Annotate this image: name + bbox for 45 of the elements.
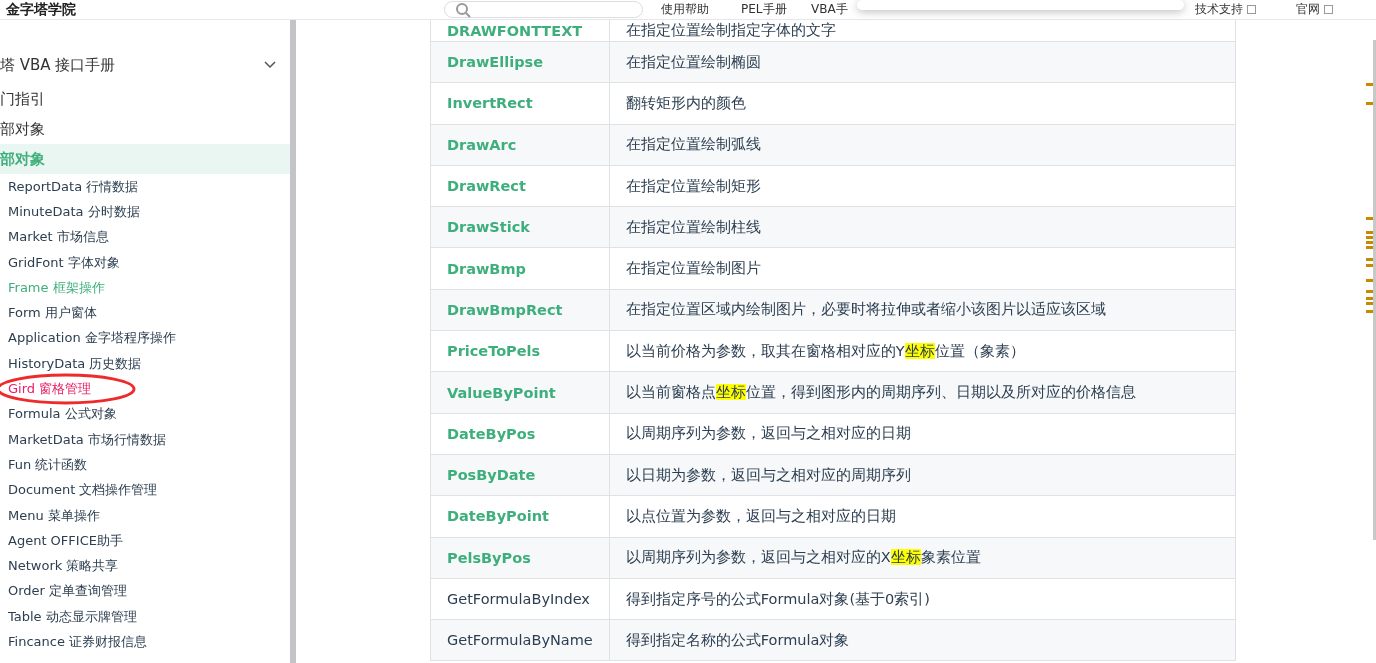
sidebar-item[interactable]: Form 用户窗体 [0, 300, 290, 326]
method-description: 以日期为参数，返回与之相对应的周期序列 [609, 454, 1236, 496]
sidebar-item[interactable]: MarketData 市场行情数据 [0, 426, 290, 453]
method-description: 得到指定名称的公式Formula对象 [609, 619, 1236, 661]
nav-link[interactable]: PEL手册 [741, 1, 811, 18]
sidebar-item[interactable]: Fincance 证券财报信息 [0, 629, 290, 655]
method-description: 在指定位置绘制弧线 [609, 124, 1236, 166]
sidebar-item[interactable]: Fun 统计函数 [0, 452, 290, 478]
sidebar-item[interactable]: Application 金字塔程序操作 [0, 325, 290, 352]
method-description: 在指定位置绘制柱线 [609, 206, 1236, 248]
sidebar-item[interactable]: Formula 公式对象 [0, 401, 290, 427]
sidebar-group[interactable]: 门指引 [0, 84, 290, 114]
search-icon [454, 1, 471, 18]
sidebar-item[interactable]: MinuteData 分时数据 [0, 199, 290, 225]
method-name: GetFormulaByName [430, 619, 610, 661]
method-description: 得到指定序号的公式Formula对象(基于0索引) [609, 578, 1236, 620]
chevron-down-icon[interactable] [264, 61, 276, 69]
site-logo[interactable]: 金字塔学院 [6, 0, 444, 19]
method-description: 在指定位置绘制指定字体的文字 [609, 20, 1236, 42]
sidebar-item[interactable]: Gird 窗格管理 [0, 376, 290, 402]
sidebar-item[interactable]: Market 市场信息 [0, 224, 290, 250]
sidebar-section-title[interactable]: 塔 VBA 接口手册 [0, 55, 116, 75]
sidebar-item[interactable]: Agent OFFICE助手 [0, 528, 290, 554]
sidebar-item[interactable]: GridFont 字体对象 [0, 249, 290, 276]
sidebar-item[interactable]: Order 定单查询管理 [0, 578, 290, 605]
sidebar-group[interactable]: 部对象 [0, 114, 290, 144]
nav-link[interactable]: 官网 [1296, 1, 1376, 18]
sidebar-item[interactable]: Document 文档操作管理 [0, 477, 290, 503]
sidebar-scrollbar[interactable] [290, 20, 296, 663]
scrollbar-drawing[interactable] [1366, 40, 1376, 540]
nav-link[interactable]: 使用帮助 [661, 1, 741, 18]
sidebar-item[interactable]: Network 策略共享 [0, 553, 290, 579]
sidebar-item[interactable]: ReportData 行情数据 [0, 174, 290, 200]
sidebar-item[interactable]: Table 动态显示牌管理 [0, 604, 290, 630]
method-description: 在指定位置区域内绘制图片，必要时将拉伸或者缩小该图片以适应该区域 [609, 289, 1236, 331]
nav-link[interactable]: 技术支持 [1195, 1, 1296, 18]
method-description: 以点位置为参数，返回与之相对应的日期 [609, 495, 1236, 538]
method-description: 以周期序列为参数，返回与之相对应的日期 [609, 413, 1236, 455]
sidebar-item[interactable]: Menu 菜单操作 [0, 502, 290, 529]
method-description: 在指定位置绘制椭圆 [609, 41, 1236, 83]
sidebar-item[interactable]: HistoryData 历史数据 [0, 351, 290, 377]
method-name: GetFormulaByIndex [430, 578, 610, 620]
method-description: 翻转矩形内的颜色 [609, 82, 1236, 125]
method-description: 在指定位置绘制图片 [609, 248, 1236, 290]
method-description: 在指定位置绘制矩形 [609, 165, 1236, 207]
